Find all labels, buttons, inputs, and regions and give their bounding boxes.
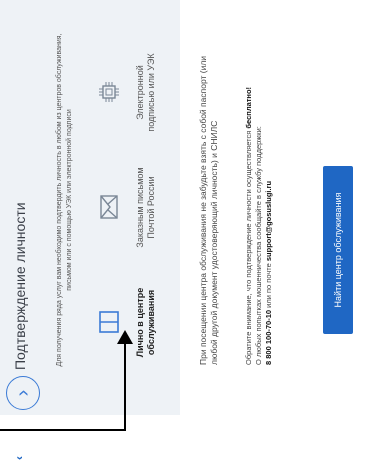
- free-prefix: Обратите внимание, что подтверждение лич…: [244, 128, 253, 365]
- support-line: О любых попытках мошенничества сообщайте…: [254, 126, 263, 365]
- annotation-arrow-horizontal: [0, 429, 126, 431]
- collapse-strip[interactable]: ‹: [0, 415, 366, 470]
- support-email[interactable]: support@gosuslugi.ru: [264, 181, 273, 261]
- method-signature[interactable]: Электронной подписью или УЭК: [95, 45, 157, 140]
- expand-chevron-icon[interactable]: ›: [6, 376, 40, 410]
- method-label: Лично в центре обслуживания: [135, 287, 156, 358]
- free-bold: бесплатно!: [244, 86, 253, 129]
- method-label: Заказным письмом Почтой России: [135, 167, 156, 248]
- rotated-panel: ‹ › Подтверждение личности Для получения…: [0, 0, 366, 470]
- identity-confirmation-panel: ‹ › Подтверждение личности Для получения…: [0, 0, 366, 470]
- or-text: или по почте: [264, 261, 273, 310]
- documents-note: При посещении центра обслуживания не заб…: [198, 55, 219, 365]
- annotation-arrow-vertical: [124, 340, 126, 431]
- find-center-button[interactable]: Найти центр обслуживания: [323, 166, 353, 334]
- support-phone: 8 800 100-70-10: [264, 309, 273, 365]
- intro-text: Для получения ряда услуг вам необходимо …: [56, 33, 73, 367]
- arrowhead-icon: [117, 330, 133, 344]
- section-title: Подтверждение личности: [12, 202, 28, 370]
- envelope-icon: [100, 195, 118, 220]
- chip-icon: [99, 82, 119, 103]
- method-label: Электронной подписью или УЭК: [135, 53, 156, 132]
- free-service-note: Обратите внимание, что подтверждение лич…: [244, 35, 274, 365]
- method-in-person[interactable]: Лично в центре обслуживания: [95, 275, 157, 370]
- method-mail[interactable]: Заказным письмом Почтой России: [95, 160, 157, 255]
- collapse-chevron-icon[interactable]: ‹: [12, 446, 26, 460]
